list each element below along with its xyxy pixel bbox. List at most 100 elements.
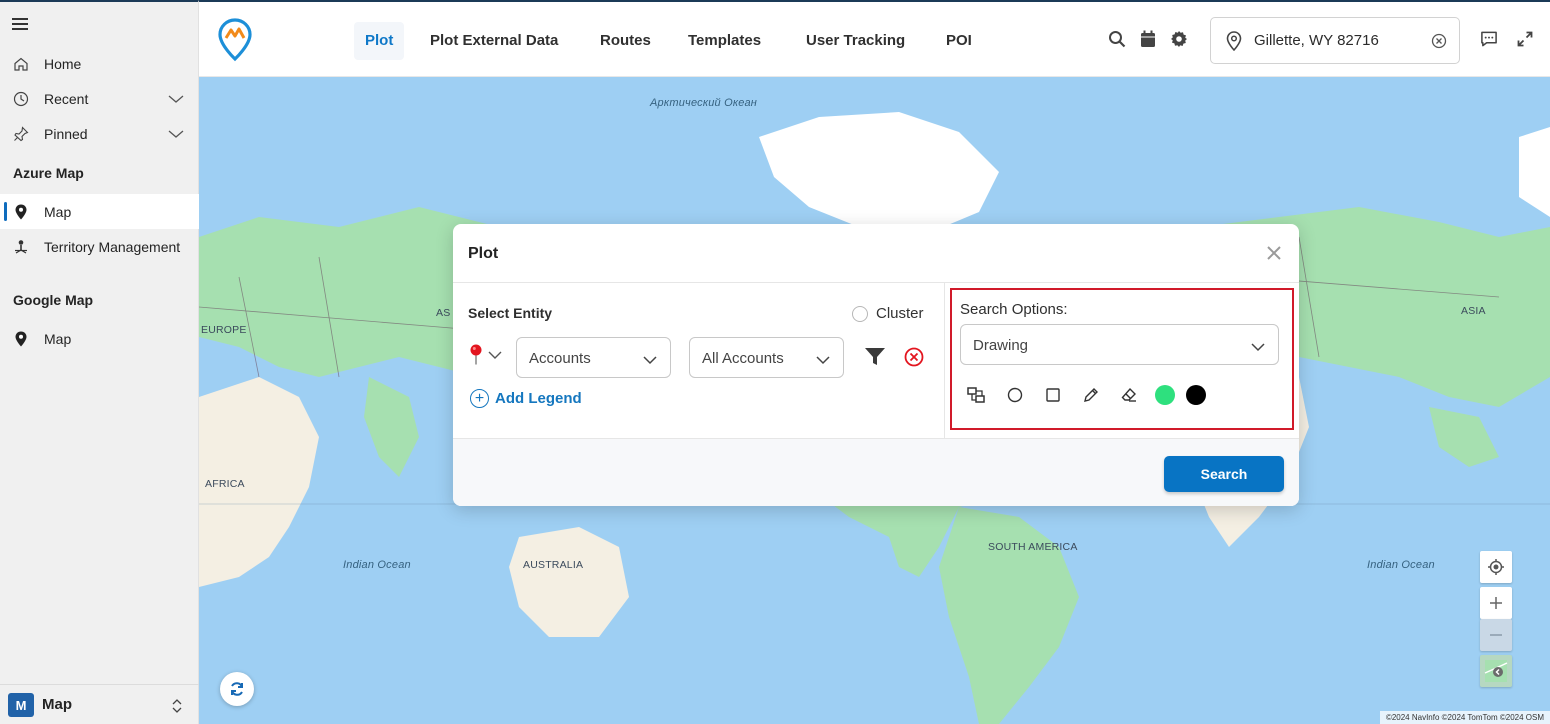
app-logo[interactable] [217,18,253,62]
drag-select-tool-icon[interactable] [965,383,989,407]
clock-icon [13,91,29,107]
filter-icon[interactable] [864,347,886,372]
map-label-indian-ocean-right: Indian Ocean [1367,559,1435,571]
fill-color-swatch[interactable] [1155,385,1175,405]
sidebar-item-label: Map [44,203,72,220]
sidebar-item-label: Home [44,55,82,72]
sidebar-item-pinned[interactable]: Pinned [0,116,199,151]
chevron-down-icon [488,351,502,359]
view-select-value: All Accounts [702,350,784,367]
chat-icon[interactable] [1480,30,1498,48]
location-value: Gillette, WY 82716 [1254,32,1379,49]
search-options-panel: Search Options: Drawing [944,283,1299,438]
stroke-color-swatch[interactable] [1186,385,1206,405]
add-legend-label: Add Legend [495,390,582,407]
map-label-indian-ocean-left: Indian Ocean [343,559,411,571]
app-switcher[interactable]: M Map [0,684,199,724]
add-legend-button[interactable]: + Add Legend [470,389,582,408]
circle-tool-icon[interactable] [1003,383,1027,407]
map-label-south-america: SOUTH AMERICA [988,541,1078,553]
rectangle-tool-icon[interactable] [1041,383,1065,407]
eraser-tool-icon[interactable] [1117,383,1141,407]
app-badge: M [8,693,34,717]
locate-icon [1488,559,1504,575]
cluster-radio[interactable]: Cluster [852,305,924,322]
app-switcher-label: Map [42,696,72,713]
section-title-azure-map: Azure Map [13,165,84,181]
territory-icon [13,239,29,255]
entity-select[interactable]: Accounts [516,337,671,378]
refresh-icon [231,682,243,696]
section-title-google-map: Google Map [13,292,94,308]
sidebar-item-label: Territory Management [44,238,181,255]
map-label-asia-left: AS [436,307,451,319]
sidebar-item-label: Pinned [44,125,88,142]
zoom-out-button[interactable] [1480,619,1512,651]
top-navigation-bar: Plot Plot External Data Routes Templates… [199,0,1550,77]
pencil-tool-icon[interactable] [1079,383,1103,407]
search-icon[interactable] [1108,30,1126,48]
map-style-picker[interactable] [1480,655,1512,687]
sidebar-item-google-map[interactable]: Map [0,321,199,356]
chevron-down-icon [643,352,657,370]
sidebar-item-label: Map [44,330,72,347]
plot-dialog: Plot Select Entity Cluster Accounts All … [453,224,1299,506]
home-icon [13,56,29,72]
chevron-up-down-icon [171,698,183,719]
map-marker-icon [13,331,29,347]
map-label-europe: EUROPE [201,324,247,336]
chevron-down-icon[interactable] [167,127,185,143]
search-option-value: Drawing [973,337,1029,354]
map-attribution: ©2024 NavInfo ©2024 TomTom ©2024 OSM [1379,711,1550,724]
view-select[interactable]: All Accounts [689,337,844,378]
chevron-down-icon[interactable] [167,92,185,108]
cluster-label: Cluster [876,305,924,322]
clear-circle-icon[interactable] [1431,33,1447,54]
plus-icon [1490,597,1502,609]
tab-poi[interactable]: POI [935,22,983,60]
plus-circle-icon: + [470,389,489,408]
sidebar: Home Recent Pinned Azure Map Map Territo… [0,0,199,724]
tab-plot-external-data[interactable]: Plot External Data [419,22,569,60]
minus-icon [1490,634,1502,636]
chevron-down-icon [816,352,830,370]
dialog-footer: Search [453,438,1299,506]
sidebar-item-label: Recent [44,90,89,107]
my-location-button[interactable] [1480,551,1512,583]
sidebar-item-home[interactable]: Home [0,46,199,81]
map-label-asia-right: ASIA [1461,305,1486,317]
tab-user-tracking[interactable]: User Tracking [795,22,916,60]
select-entity-label: Select Entity [468,305,553,321]
dialog-header: Plot [453,224,1299,283]
radio-circle[interactable] [852,305,868,322]
map-marker-icon [13,204,29,220]
sidebar-item-azure-map[interactable]: Map [0,194,199,229]
sidebar-item-territory-management[interactable]: Territory Management [0,229,199,264]
location-pin-icon [1226,31,1242,56]
settings-gear-icon[interactable] [1170,30,1188,48]
map-label-australia: AUSTRALIA [523,559,584,571]
entity-select-value: Accounts [529,350,591,367]
pin-icon [13,125,29,142]
map-label-africa: AFRICA [205,478,245,490]
entity-selection-panel: Select Entity Cluster Accounts All Accou… [453,283,944,438]
search-option-select[interactable]: Drawing [960,324,1279,365]
tab-plot[interactable]: Plot [354,22,405,60]
expand-fullscreen-icon[interactable] [1516,30,1534,48]
legend-marker-picker[interactable] [468,344,502,366]
close-icon[interactable] [1267,246,1281,265]
calendar-icon[interactable] [1139,30,1157,48]
red-pushpin-icon [470,344,482,365]
zoom-in-button[interactable] [1480,587,1512,619]
map-label-arctic-ocean: Арктический Океан [650,97,758,109]
search-button[interactable]: Search [1164,456,1284,492]
remove-circle-icon[interactable] [904,347,924,372]
tab-templates[interactable]: Templates [677,22,772,60]
tab-routes[interactable]: Routes [589,22,662,60]
refresh-button[interactable] [220,672,254,706]
hamburger-menu-icon[interactable] [12,18,28,30]
sidebar-item-recent[interactable]: Recent [0,81,199,116]
dialog-title: Plot [468,245,499,262]
location-search-field[interactable]: Gillette, WY 82716 [1210,17,1460,64]
search-options-label: Search Options: [960,301,1068,318]
